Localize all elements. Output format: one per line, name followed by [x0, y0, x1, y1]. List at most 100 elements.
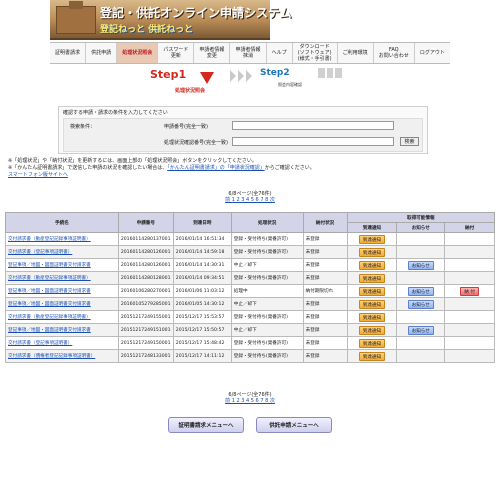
- cell-status: 中止／却下: [230, 258, 304, 272]
- deposit-menu-button[interactable]: 供託申請メニューへ: [256, 417, 332, 433]
- step1-label: 処理状況照会: [175, 88, 206, 94]
- table-row: 交付請求書（債権者登記記録事項証明書） 20151217248133001 2015…: [5, 349, 495, 363]
- cell-status: 登録・受付待ち(発番許可): [230, 271, 304, 285]
- notice-button[interactable]: お知らせ: [407, 325, 434, 335]
- col-arrival: 到達通知: [346, 222, 398, 233]
- cell-pay: 納 付: [444, 284, 495, 298]
- status-check-number-input[interactable]: [232, 137, 394, 146]
- table-row: 登記事項／地図・図面証明書交付請求書 20160114280126001 2016/…: [5, 258, 495, 272]
- search-form: 検索条件： 申請番号(完全一致) 処理状況確認番号(完全一致) 検索: [63, 118, 423, 152]
- cell-name: 交付請求書（動産登記記録事項証明書）: [5, 232, 119, 246]
- step2-title: Step2: [260, 68, 290, 78]
- nav-item-help[interactable]: ヘルプ: [267, 43, 293, 63]
- cell-notice: お知らせ: [396, 284, 446, 298]
- arrival-notice-button[interactable]: 到達通知: [358, 234, 386, 244]
- notice-button[interactable]: お知らせ: [407, 286, 434, 296]
- application-number-input[interactable]: [232, 121, 394, 130]
- cell-payment: 未登録: [302, 245, 348, 259]
- cell-name: 登記事項／地図・図面証明書交付請求書: [5, 297, 119, 311]
- nav-item-faq[interactable]: FAQ お問い合わせ: [374, 43, 415, 63]
- pager-top: 6/8ページ(全76件) 前 1 2 3 4 5 6 7 8 次: [0, 191, 500, 203]
- col-payment: 納付状況: [302, 212, 348, 233]
- cell-arrival: 到達通知: [346, 336, 398, 350]
- cell-date: 2016/01/14 09:34:51: [172, 271, 232, 285]
- col-date: 到達日時: [172, 212, 232, 233]
- procedure-link[interactable]: 交付請求書（動産登記記録事項証明書）: [8, 237, 91, 242]
- smartphone-site-link[interactable]: スマートフォン版サイトへ: [8, 172, 68, 178]
- nav-item-applicant-delete[interactable]: 申請者情報 抹消: [230, 43, 267, 63]
- table-row: 交付請求書（動産登記記録事項証明書） 20151217249155001 2015/…: [5, 310, 495, 324]
- procedure-link[interactable]: 登記事項／地図・図面証明書交付請求書: [8, 289, 91, 294]
- procedure-link[interactable]: 登記事項／地図・図面証明書交付請求書: [8, 263, 91, 268]
- cell-arrival: 到達通知: [346, 245, 398, 259]
- cell-date: 2015/12/17 15:50:57: [172, 323, 232, 337]
- procedure-link[interactable]: 交付請求書（債権者登記記録事項証明書）: [8, 354, 95, 359]
- arrival-notice-button[interactable]: 到達通知: [358, 338, 386, 348]
- cell-pay: [444, 297, 495, 311]
- arrival-notice-button[interactable]: 到達通知: [358, 247, 386, 257]
- note-text: ※「かんたん証明書請求」で送信した申請の状況を確認したい場合は、: [8, 165, 168, 171]
- cell-payment: 未登録: [302, 310, 348, 324]
- pay-button[interactable]: 納 付: [460, 286, 479, 296]
- cell-number: 20160106280270001: [117, 284, 174, 298]
- cell-status: 中止／却下: [230, 323, 304, 337]
- cell-number: 20160114280126001: [117, 258, 174, 272]
- table-row: 登記事項／地図・図面証明書交付請求書 20160106280270001 2016/…: [5, 284, 495, 298]
- cell-status: 登録・受付待ち(発番許可): [230, 232, 304, 246]
- notice-button[interactable]: お知らせ: [407, 260, 434, 270]
- note-refresh: ※「処理状況」や「納付状況」を更新するには、画面上部の「処理状況照会」ボタンをク…: [8, 158, 257, 164]
- col-name: 手続名: [5, 212, 119, 233]
- table-row: 登記事項／地図・図面証明書交付請求書 20151217249151001 2015/…: [5, 323, 495, 337]
- nav-item-deposit[interactable]: 供託申請: [86, 43, 118, 63]
- certificate-menu-button[interactable]: 証明書請求メニューへ: [168, 417, 244, 433]
- cell-arrival: 到達通知: [346, 271, 398, 285]
- procedure-link[interactable]: 登記事項／地図・図面証明書交付請求書: [8, 328, 91, 333]
- cell-pay: [444, 323, 495, 337]
- arrival-notice-button[interactable]: 到達通知: [358, 273, 386, 283]
- nav-item-status-inquiry[interactable]: 処理状況照会: [117, 43, 159, 63]
- arrival-notice-button[interactable]: 到達通知: [358, 351, 386, 361]
- status-check-number-label: 処理状況確認番号(完全一致): [164, 140, 228, 146]
- arrival-notice-button[interactable]: 到達通知: [358, 312, 386, 322]
- cell-number: 20160105279285001: [117, 297, 174, 311]
- arrival-notice-button[interactable]: 到達通知: [358, 260, 386, 270]
- main-nav: 証明書請求 供託申請 処理状況照会 パスワード 更新 申請者情報 変更 申請者情…: [50, 42, 450, 64]
- cell-number: 20151217249155001: [117, 310, 174, 324]
- page: 登記・供託オンライン申請システム 登記ねっと 供託ねっと 証明書請求 供託申請 …: [0, 0, 500, 491]
- search-button[interactable]: 検索: [400, 137, 419, 146]
- easy-request-status-link[interactable]: 「かんたん証明書請求」の「申請状況確認」: [167, 165, 265, 171]
- arrival-notice-button[interactable]: 到達通知: [358, 325, 386, 335]
- site-title: 登記・供託オンライン申請システム: [100, 6, 292, 20]
- procedure-link[interactable]: 交付請求書（動産登記記録事項証明書）: [8, 315, 91, 320]
- site-subtitle: 登記ねっと 供託ねっと: [100, 25, 194, 35]
- notice-button[interactable]: お知らせ: [407, 299, 434, 309]
- procedure-link[interactable]: 交付請求書（登記事項証明書）: [8, 341, 72, 346]
- arrival-notice-button[interactable]: 到達通知: [358, 286, 386, 296]
- table-row: 交付請求書（登記事項証明書） 20151217249150001 2015/12/1…: [5, 336, 495, 350]
- cell-status: 登録・受付待ち(発番許可): [230, 310, 304, 324]
- procedure-link[interactable]: 交付請求書（動産登記記録事項証明書）: [8, 276, 91, 281]
- note-text: からご確認ください。: [264, 165, 315, 171]
- nav-item-password[interactable]: パスワード 更新: [158, 43, 195, 63]
- nav-item-certificate[interactable]: 証明書請求: [50, 43, 87, 63]
- cell-date: 2016/01/14 14:30:31: [172, 258, 232, 272]
- nav-item-logout[interactable]: ログアウト: [415, 43, 450, 63]
- cell-arrival: 到達通知: [346, 232, 398, 246]
- procedure-link[interactable]: 交付請求書（登記事項証明書）: [8, 250, 72, 255]
- cell-number: 20160114280126001: [117, 245, 174, 259]
- cell-arrival: 到達通知: [346, 310, 398, 324]
- site-banner[interactable]: 登記・供託オンライン申請システム 登記ねっと 供託ねっと: [50, 0, 292, 40]
- nav-item-applicant-change[interactable]: 申請者情報 変更: [194, 43, 231, 63]
- nav-item-environment[interactable]: ご利用環境: [338, 43, 374, 63]
- step2-label: 照会内容確認: [278, 82, 302, 87]
- application-table: 手続名 申請番号 到達日時 処理状況 納付状況 取得可能情報 到達通知 お知らせ…: [5, 212, 496, 363]
- nav-item-download[interactable]: ダウンロード (ソフトウェア) (様式・手引書): [293, 43, 338, 63]
- cell-date: 2016/01/14 16:51:34: [172, 232, 232, 246]
- procedure-link[interactable]: 登記事項／地図・図面証明書交付請求書: [8, 302, 91, 307]
- pager-links[interactable]: 前 1 2 3 4 5 6 7 8 次: [0, 197, 500, 203]
- cell-number: 20160114280128001: [117, 271, 174, 285]
- arrival-notice-button[interactable]: 到達通知: [358, 299, 386, 309]
- building-logo-icon: [56, 1, 96, 34]
- pager-links[interactable]: 前 1 2 3 4 5 6 7 8 次: [0, 398, 500, 404]
- search-condition-label: 検索条件：: [70, 124, 96, 130]
